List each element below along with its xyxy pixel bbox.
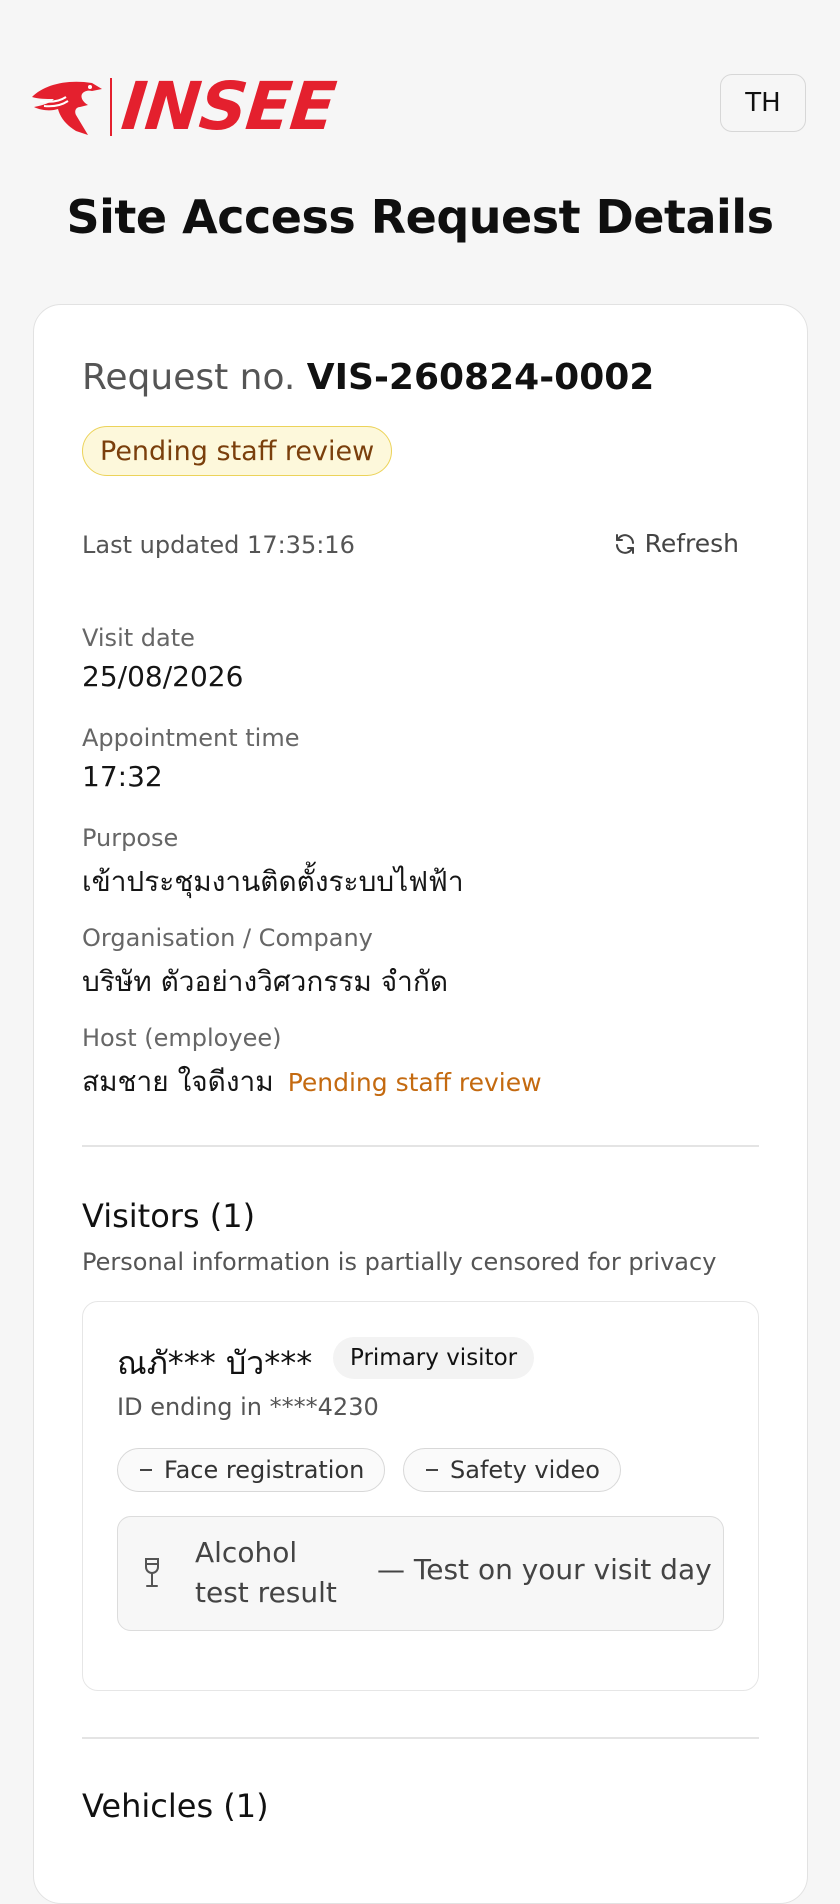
company-label: Organisation / Company [82,924,373,952]
vehicles-title: Vehicles (1) [82,1787,269,1825]
privacy-note: Personal information is partially censor… [82,1248,717,1276]
status-badge: Pending staff review [82,426,393,476]
refresh-button[interactable]: Refresh [613,529,739,558]
host-name: สมชาย ใจดีงาม [82,1065,274,1098]
host-status: Pending staff review [287,1068,542,1097]
visitor-name: ณภั*** บัว*** [117,1344,313,1382]
request-number: Request no. VIS-260824-0002 [82,357,654,398]
visitor-id: ID ending in ****4230 [117,1393,379,1421]
request-number-label: Request no. [82,357,296,398]
last-updated-text: Last updated 17:35:16 [82,531,355,559]
purpose-value: เข้าประชุมงานติดตั้งระบบไฟฟ้า [82,865,464,898]
visit-date-value: 25/08/2026 [82,660,244,693]
section-divider [82,1145,759,1147]
eagle-icon [32,81,102,135]
section-divider [82,1737,759,1739]
app-header: INSEE TH [0,0,840,180]
refresh-label: Refresh [644,529,739,558]
logo-divider [110,78,112,136]
appointment-time-label: Appointment time [82,724,300,752]
host-label: Host (employee) [82,1024,282,1052]
appointment-time-value: 17:32 [82,760,163,793]
purpose-label: Purpose [82,824,179,852]
logo-text: INSEE [118,68,339,145]
host-value: สมชาย ใจดีงาม Pending staff review [82,1060,542,1104]
insee-logo: INSEE [30,68,339,145]
alcohol-test-value: — Test on your visit day [377,1553,712,1586]
company-value: บริษัท ตัวอย่างวิศวกรรม จำกัด [82,965,449,998]
alcohol-test-box: Alcohol test result — Test on your visit… [117,1516,724,1631]
request-details-card: Request no. VIS-260824-0002 Pending staf… [33,304,808,1904]
dash-icon [140,1469,152,1471]
alcohol-test-label: Alcohol test result [195,1536,337,1609]
wine-glass-icon [145,1558,159,1587]
visitors-title: Visitors (1) [82,1197,256,1235]
face-registration-chip: Face registration [117,1448,386,1492]
visitor-card: ณภั*** บัว*** Primary visitor ID ending … [82,1301,759,1691]
face-registration-label: Face registration [164,1456,365,1484]
page-title: Site Access Request Details [66,190,774,244]
request-number-value: VIS-260824-0002 [306,357,655,398]
language-toggle-button[interactable]: TH [720,74,806,132]
primary-visitor-badge: Primary visitor [333,1337,535,1379]
visit-date-label: Visit date [82,624,195,652]
safety-video-label: Safety video [450,1456,600,1484]
refresh-icon [615,533,634,554]
safety-video-chip: Safety video [403,1448,621,1492]
dash-icon [426,1469,438,1471]
